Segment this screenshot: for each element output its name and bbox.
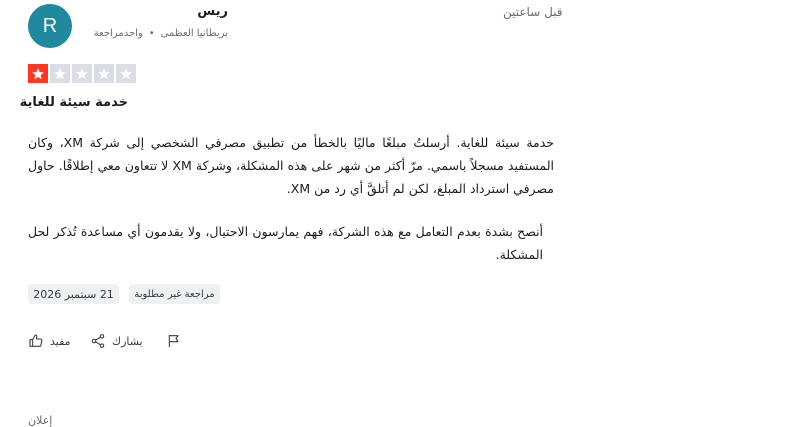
user-name[interactable]: ريس [197, 4, 228, 19]
star-icon [28, 64, 48, 83]
star-icon [94, 64, 114, 83]
star-icon [116, 64, 136, 83]
thumbs-up-icon [29, 334, 43, 347]
review-card: قبل ساعتين R ريس بريطانيا العظمى • واحدمرا… [0, 0, 791, 427]
review-paragraph-2: أنصح بشدة بعدم التعامل مع هذه الشركة، فه… [28, 224, 543, 262]
footer-partial-text: إعلان [28, 414, 53, 427]
flag-icon [168, 335, 179, 347]
review-type-badge: مراجعة غير مطلوبة [129, 284, 220, 304]
useful-label: مفيد [50, 334, 71, 348]
star-icon [50, 64, 70, 83]
review-time: قبل ساعتين [503, 5, 563, 19]
share-label: يشارك [112, 334, 143, 348]
user-country: بريطانيا العظمى [160, 28, 228, 39]
avatar[interactable]: R [28, 4, 72, 48]
share-icon [91, 334, 105, 348]
report-button[interactable] [166, 333, 182, 349]
review-title[interactable]: خدمة سيئة للغاية [20, 95, 128, 110]
user-meta: بريطانيا العظمى • واحدمراجعة [94, 28, 228, 39]
separator-dot: • [148, 28, 155, 39]
share-button[interactable]: يشارك [90, 333, 143, 349]
star-rating [28, 64, 136, 83]
review-date-badge: 21 سبتمبر 2026 [28, 284, 119, 304]
user-review-count: واحدمراجعة [93, 28, 143, 39]
user-block: ريس بريطانيا العظمى • واحدمراجعة [76, 4, 228, 48]
review-paragraph-1: خدمة سيئة للغاية. أرسلتُ مبلغًا ماليًا ب… [28, 135, 555, 196]
star-icon [72, 64, 92, 83]
useful-button[interactable]: مفيد [28, 333, 71, 349]
